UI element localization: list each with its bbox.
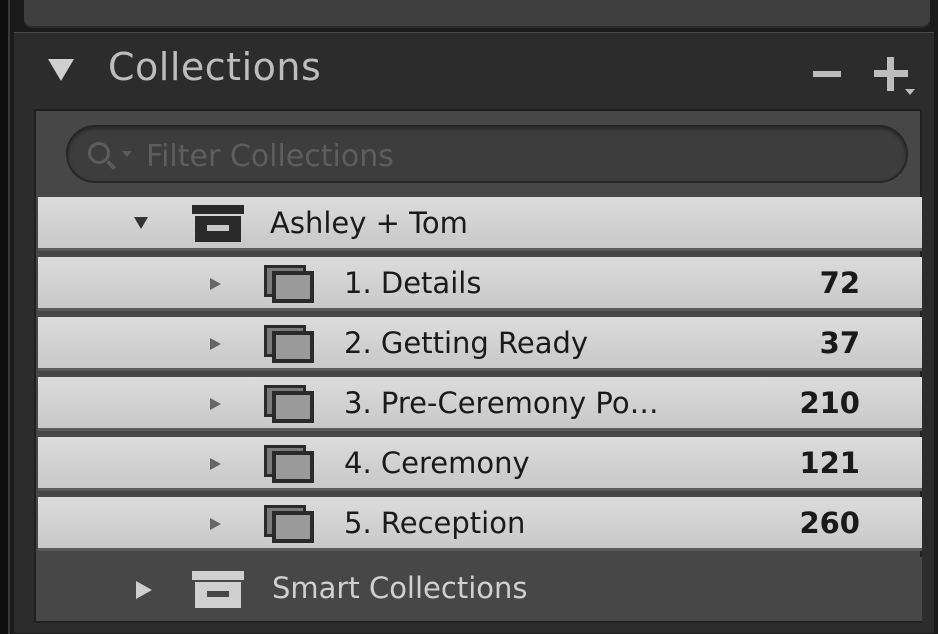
disclosure-icon[interactable] xyxy=(210,398,221,410)
left-panel-edge xyxy=(0,0,10,634)
collection-row[interactable]: 5. Reception 260 xyxy=(38,497,922,551)
smart-collections-row[interactable]: Smart Collections xyxy=(38,557,922,621)
collection-row[interactable]: 1. Details 72 xyxy=(38,257,922,311)
disclosure-icon[interactable] xyxy=(210,458,221,470)
collection-row[interactable]: 2. Getting Ready 37 xyxy=(38,317,922,371)
collection-label: 1. Details xyxy=(344,266,482,300)
collection-icon xyxy=(264,505,314,543)
collection-set-row[interactable]: Ashley + Tom xyxy=(38,197,922,251)
lightroom-panel-frame: Collections Filter Collections Ashley + … xyxy=(0,0,938,634)
disclosure-icon[interactable] xyxy=(210,278,221,290)
collection-set-icon xyxy=(192,205,244,243)
collapse-triangle-icon[interactable] xyxy=(48,59,74,81)
plus-icon[interactable] xyxy=(874,57,908,91)
filter-collections-input[interactable]: Filter Collections xyxy=(66,125,908,183)
collection-label: 2. Getting Ready xyxy=(344,326,589,360)
collection-label: 4. Ceremony xyxy=(344,446,530,480)
search-icon-handle xyxy=(106,160,116,170)
collection-count: 72 xyxy=(819,266,860,300)
smart-collections-label: Smart Collections xyxy=(272,571,528,605)
collections-panel-header[interactable]: Collections xyxy=(14,33,934,109)
collection-icon xyxy=(264,265,314,303)
collection-icon xyxy=(264,325,314,363)
collection-count: 37 xyxy=(819,326,860,360)
collection-label: 5. Reception xyxy=(344,506,526,540)
collection-count: 260 xyxy=(799,506,860,540)
disclosure-icon[interactable] xyxy=(210,338,221,350)
search-options-caret-icon[interactable] xyxy=(122,151,132,157)
disclosure-icon[interactable] xyxy=(210,518,221,530)
collection-set-label: Ashley + Tom xyxy=(270,206,468,240)
previous-panel-bottom xyxy=(24,0,930,28)
collection-row[interactable]: 4. Ceremony 121 xyxy=(38,437,922,491)
collections-panel: Collections Filter Collections Ashley + … xyxy=(14,32,934,633)
collection-row[interactable]: 3. Pre-Ceremony Po… 210 xyxy=(38,377,922,431)
collection-icon xyxy=(264,385,314,423)
collection-label: 3. Pre-Ceremony Po… xyxy=(344,386,659,420)
collection-count: 121 xyxy=(799,446,860,480)
collapsed-disclosure-icon[interactable] xyxy=(136,581,152,599)
expanded-disclosure-icon[interactable] xyxy=(134,217,148,229)
smart-collection-set-icon xyxy=(192,571,244,609)
collection-icon xyxy=(264,445,314,483)
add-menu-caret-icon[interactable] xyxy=(905,89,915,95)
panel-title: Collections xyxy=(108,45,322,89)
filter-placeholder: Filter Collections xyxy=(146,139,394,174)
minus-icon[interactable] xyxy=(813,71,841,77)
collection-count: 210 xyxy=(799,386,860,420)
collections-list: Filter Collections Ashley + Tom 1. Detai… xyxy=(34,109,922,623)
